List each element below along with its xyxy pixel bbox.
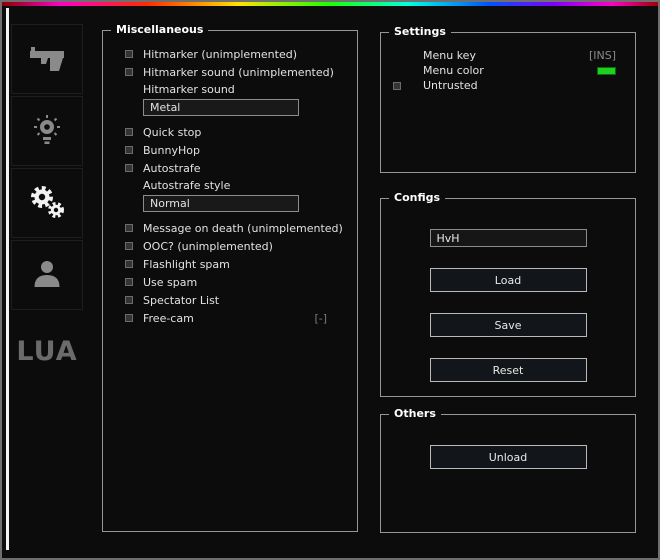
quick-stop-label: Quick stop	[143, 125, 202, 139]
misc-row: Flashlight spam	[125, 255, 327, 273]
sidebar-tab-aim[interactable]	[11, 24, 83, 94]
misc-row: Autostrafe	[125, 159, 327, 177]
settings-row: Menu color	[381, 63, 635, 78]
hitmarker-sound-dropdown[interactable]: Metal	[143, 99, 299, 116]
save-button-label: Save	[494, 318, 522, 332]
ooc-label: OOC? (unimplemented)	[143, 239, 273, 253]
spectator-list-checkbox[interactable]	[125, 296, 133, 304]
hitmarker-sound-dropdown-label: Hitmarker sound	[143, 83, 235, 96]
misc-row: Use spam	[125, 273, 327, 291]
autostrafe-label: Autostrafe	[143, 161, 201, 175]
others-panel: Others Unload	[380, 407, 636, 533]
flashlight-spam-checkbox[interactable]	[125, 260, 133, 268]
flashlight-spam-label: Flashlight spam	[143, 257, 230, 271]
settings-row: Untrusted	[381, 78, 635, 93]
misc-row: OOC? (unimplemented)	[125, 237, 327, 255]
sidebar-tab-players[interactable]	[11, 240, 83, 310]
untrusted-checkbox[interactable]	[393, 81, 401, 90]
use-spam-checkbox[interactable]	[125, 278, 133, 286]
gears-icon	[28, 184, 66, 223]
misc-row: Hitmarker sound	[125, 81, 327, 98]
autostrafe-style-label: Autostrafe style	[143, 179, 231, 192]
ooc-checkbox[interactable]	[125, 242, 133, 250]
bunnyhop-checkbox[interactable]	[125, 146, 133, 154]
menu-key-bind[interactable]: [INS]	[589, 49, 616, 62]
reset-button[interactable]: Reset	[429, 358, 587, 382]
sidebar-tab-lua[interactable]: LUA	[11, 336, 83, 367]
autostrafe-style-dropdown[interactable]: Normal	[143, 195, 299, 212]
untrusted-label: Untrusted	[423, 79, 478, 92]
sidebar-tab-misc[interactable]	[11, 168, 83, 238]
use-spam-label: Use spam	[143, 275, 198, 289]
autostrafe-style-dropdown-value: Normal	[150, 197, 190, 210]
freecam-keybind[interactable]: [-]	[314, 312, 327, 325]
miscellaneous-panel-title: Miscellaneous	[111, 23, 209, 36]
sidebar-accent-line	[6, 8, 9, 550]
others-panel-title: Others	[389, 407, 441, 420]
misc-row: Free-cam [-]	[125, 309, 327, 327]
load-button[interactable]: Load	[429, 268, 587, 292]
misc-row: Message on death (unimplemented)	[125, 219, 343, 237]
cheat-menu-window: LUA Miscellaneous Hitmarker (unimplement…	[0, 0, 660, 560]
settings-panel: Settings Menu key [INS] Menu color Untru…	[380, 25, 636, 173]
unload-button-label: Unload	[488, 450, 528, 464]
config-name-input[interactable]	[429, 229, 587, 247]
hitmarker-sound-dropdown-value: Metal	[150, 101, 181, 114]
misc-row: Hitmarker sound (unimplemented)	[125, 63, 334, 81]
rainbow-accent-bar	[2, 2, 658, 6]
load-button-label: Load	[494, 273, 522, 287]
sidebar-tab-visuals[interactable]	[11, 96, 83, 166]
freecam-checkbox[interactable]	[125, 314, 133, 322]
person-icon	[32, 259, 62, 292]
message-on-death-label: Message on death (unimplemented)	[143, 221, 343, 235]
misc-row: Autostrafe style	[125, 177, 327, 194]
menu-color-label: Menu color	[423, 64, 484, 77]
hitmarker-label: Hitmarker (unimplemented)	[143, 47, 298, 61]
freecam-label: Free-cam	[143, 311, 194, 325]
sidebar: LUA	[11, 24, 83, 367]
lightbulb-icon	[32, 114, 62, 149]
misc-row: Quick stop	[125, 123, 327, 141]
misc-row: Spectator List	[125, 291, 327, 309]
unload-button[interactable]: Unload	[429, 445, 587, 469]
configs-panel-title: Configs	[389, 191, 446, 204]
misc-row: BunnyHop	[125, 141, 327, 159]
hitmarker-sound-checkbox[interactable]	[125, 68, 133, 76]
spectator-list-label: Spectator List	[143, 293, 220, 307]
hitmarker-sound-checkbox-label: Hitmarker sound (unimplemented)	[143, 65, 334, 79]
hitmarker-checkbox[interactable]	[125, 50, 133, 58]
menu-key-label: Menu key	[423, 49, 476, 62]
message-on-death-checkbox[interactable]	[125, 224, 133, 232]
configs-panel: Configs Load Save Reset	[380, 191, 636, 397]
bunnyhop-label: BunnyHop	[143, 143, 200, 157]
gun-icon	[29, 43, 65, 76]
reset-button-label: Reset	[492, 363, 524, 377]
settings-panel-title: Settings	[389, 25, 451, 38]
miscellaneous-panel: Miscellaneous Hitmarker (unimplemented) …	[102, 23, 358, 532]
save-button[interactable]: Save	[429, 313, 587, 337]
autostrafe-checkbox[interactable]	[125, 164, 133, 172]
settings-row: Menu key [INS]	[381, 48, 635, 63]
quick-stop-checkbox[interactable]	[125, 128, 133, 136]
menu-color-swatch[interactable]	[597, 66, 616, 75]
misc-row: Hitmarker (unimplemented)	[125, 45, 327, 63]
